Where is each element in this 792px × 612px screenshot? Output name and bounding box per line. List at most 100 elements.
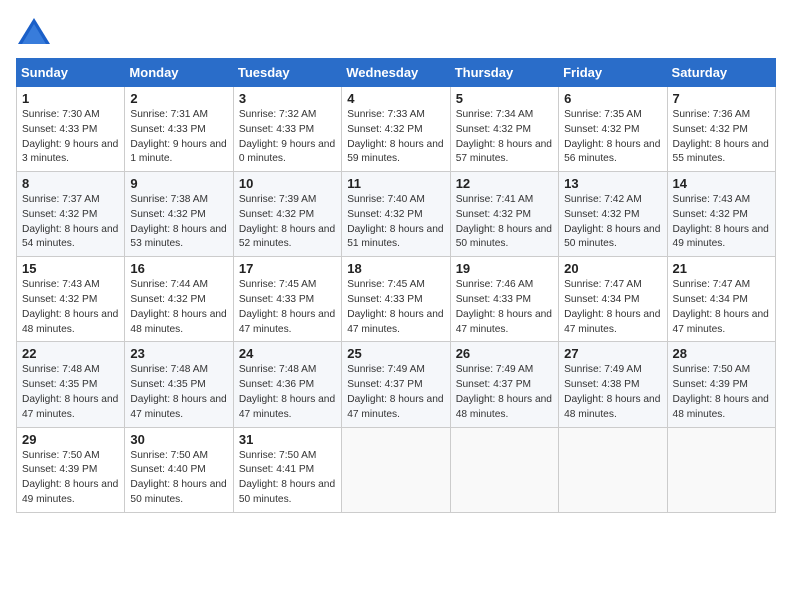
day-info: Sunrise: 7:39 AMSunset: 4:32 PMDaylight:… [239,193,336,252]
logo-icon [16,16,52,46]
day-info: Sunrise: 7:30 AMSunset: 4:33 PMDaylight:… [22,108,119,167]
day-info: Sunrise: 7:42 AMSunset: 4:32 PMDaylight:… [564,193,661,252]
day-number: 15 [22,261,119,276]
logo [16,16,58,46]
calendar-day-cell: 11Sunrise: 7:40 AMSunset: 4:32 PMDayligh… [342,172,450,257]
page-header [16,16,776,46]
empty-cell [342,427,450,512]
empty-cell [559,427,667,512]
day-info: Sunrise: 7:48 AMSunset: 4:35 PMDaylight:… [130,363,227,422]
day-number: 26 [456,346,553,361]
day-number: 10 [239,176,336,191]
day-number: 19 [456,261,553,276]
calendar-day-cell: 21 Sunrise: 7:47 AMSunset: 4:34 PMDayligh… [667,257,775,342]
calendar-day-cell: 7 Sunrise: 7:36 AMSunset: 4:32 PMDaylight… [667,87,775,172]
calendar-day-cell: 19 Sunrise: 7:46 AMSunset: 4:33 PMDayligh… [450,257,558,342]
empty-cell [667,427,775,512]
day-info: Sunrise: 7:43 AMSunset: 4:32 PMDaylight:… [22,278,119,337]
calendar-day-cell: 6 Sunrise: 7:35 AMSunset: 4:32 PMDaylight… [559,87,667,172]
day-info: Sunrise: 7:45 AMSunset: 4:33 PMDaylight:… [239,278,336,337]
weekday-header: Saturday [667,59,775,87]
day-number: 9 [130,176,227,191]
day-number: 21 [673,261,770,276]
calendar-day-cell: 31 Sunrise: 7:50 AMSunset: 4:41 PMDayligh… [233,427,341,512]
day-info: Sunrise: 7:35 AMSunset: 4:32 PMDaylight:… [564,108,661,167]
day-number: 22 [22,346,119,361]
day-number: 28 [673,346,770,361]
calendar-day-cell: 16Sunrise: 7:44 AMSunset: 4:32 PMDayligh… [125,257,233,342]
calendar-day-cell: 3 Sunrise: 7:32 AMSunset: 4:33 PMDaylight… [233,87,341,172]
calendar-day-cell: 5 Sunrise: 7:34 AMSunset: 4:32 PMDaylight… [450,87,558,172]
day-info: Sunrise: 7:49 AMSunset: 4:38 PMDaylight:… [564,363,661,422]
calendar-day-cell: 23 Sunrise: 7:48 AMSunset: 4:35 PMDayligh… [125,342,233,427]
day-info: Sunrise: 7:48 AMSunset: 4:36 PMDaylight:… [239,363,336,422]
calendar-day-cell: 17 Sunrise: 7:45 AMSunset: 4:33 PMDayligh… [233,257,341,342]
day-number: 31 [239,432,336,447]
calendar-table: SundayMondayTuesdayWednesdayThursdayFrid… [16,58,776,513]
calendar-day-cell: 29 Sunrise: 7:50 AMSunset: 4:39 PMDayligh… [17,427,125,512]
day-number: 17 [239,261,336,276]
weekday-header: Monday [125,59,233,87]
day-number: 5 [456,91,553,106]
day-info: Sunrise: 7:46 AMSunset: 4:33 PMDaylight:… [456,278,553,337]
calendar-day-cell: 14 Sunrise: 7:43 AMSunset: 4:32 PMDayligh… [667,172,775,257]
weekday-header: Wednesday [342,59,450,87]
day-info: Sunrise: 7:41 AMSunset: 4:32 PMDaylight:… [456,193,553,252]
day-info: Sunrise: 7:50 AMSunset: 4:39 PMDaylight:… [22,449,119,508]
calendar-day-cell: 26 Sunrise: 7:49 AMSunset: 4:37 PMDayligh… [450,342,558,427]
calendar-day-cell: 4 Sunrise: 7:33 AMSunset: 4:32 PMDaylight… [342,87,450,172]
day-number: 27 [564,346,661,361]
weekday-header: Tuesday [233,59,341,87]
day-info: Sunrise: 7:32 AMSunset: 4:33 PMDaylight:… [239,108,336,167]
day-number: 29 [22,432,119,447]
calendar-day-cell: 13 Sunrise: 7:42 AMSunset: 4:32 PMDayligh… [559,172,667,257]
day-info: Sunrise: 7:36 AMSunset: 4:32 PMDaylight:… [673,108,770,167]
day-number: 30 [130,432,227,447]
calendar-day-cell: 24 Sunrise: 7:48 AMSunset: 4:36 PMDayligh… [233,342,341,427]
day-info: Sunrise: 7:48 AMSunset: 4:35 PMDaylight:… [22,363,119,422]
day-number: 23 [130,346,227,361]
calendar-day-cell: 28 Sunrise: 7:50 AMSunset: 4:39 PMDayligh… [667,342,775,427]
weekday-header: Sunday [17,59,125,87]
weekday-header: Friday [559,59,667,87]
day-number: 6 [564,91,661,106]
day-number: 13 [564,176,661,191]
day-number: 18 [347,261,444,276]
day-info: Sunrise: 7:45 AMSunset: 4:33 PMDaylight:… [347,278,444,337]
day-info: Sunrise: 7:34 AMSunset: 4:32 PMDaylight:… [456,108,553,167]
day-number: 7 [673,91,770,106]
calendar-day-cell: 18 Sunrise: 7:45 AMSunset: 4:33 PMDayligh… [342,257,450,342]
day-info: Sunrise: 7:49 AMSunset: 4:37 PMDaylight:… [456,363,553,422]
day-number: 25 [347,346,444,361]
calendar-day-cell: 9Sunrise: 7:38 AMSunset: 4:32 PMDaylight… [125,172,233,257]
day-info: Sunrise: 7:50 AMSunset: 4:39 PMDaylight:… [673,363,770,422]
day-number: 20 [564,261,661,276]
calendar-day-cell: 20 Sunrise: 7:47 AMSunset: 4:34 PMDayligh… [559,257,667,342]
day-info: Sunrise: 7:40 AMSunset: 4:32 PMDaylight:… [347,193,444,252]
calendar-day-cell: 22 Sunrise: 7:48 AMSunset: 4:35 PMDayligh… [17,342,125,427]
calendar-day-cell: 30Sunrise: 7:50 AMSunset: 4:40 PMDayligh… [125,427,233,512]
calendar-day-cell: 15 Sunrise: 7:43 AMSunset: 4:32 PMDayligh… [17,257,125,342]
day-number: 24 [239,346,336,361]
day-number: 4 [347,91,444,106]
calendar-header: SundayMondayTuesdayWednesdayThursdayFrid… [17,59,776,87]
day-info: Sunrise: 7:50 AMSunset: 4:41 PMDaylight:… [239,449,336,508]
day-number: 8 [22,176,119,191]
day-info: Sunrise: 7:43 AMSunset: 4:32 PMDaylight:… [673,193,770,252]
day-info: Sunrise: 7:49 AMSunset: 4:37 PMDaylight:… [347,363,444,422]
weekday-header: Thursday [450,59,558,87]
day-number: 14 [673,176,770,191]
day-info: Sunrise: 7:47 AMSunset: 4:34 PMDaylight:… [564,278,661,337]
calendar-day-cell: 27 Sunrise: 7:49 AMSunset: 4:38 PMDayligh… [559,342,667,427]
day-info: Sunrise: 7:31 AMSunset: 4:33 PMDaylight:… [130,108,227,167]
calendar-day-cell: 12Sunrise: 7:41 AMSunset: 4:32 PMDayligh… [450,172,558,257]
day-number: 1 [22,91,119,106]
calendar-day-cell: 25 Sunrise: 7:49 AMSunset: 4:37 PMDayligh… [342,342,450,427]
day-number: 16 [130,261,227,276]
day-info: Sunrise: 7:33 AMSunset: 4:32 PMDaylight:… [347,108,444,167]
day-number: 2 [130,91,227,106]
calendar-day-cell: 2 Sunrise: 7:31 AMSunset: 4:33 PMDaylight… [125,87,233,172]
calendar-day-cell: 1 Sunrise: 7:30 AMSunset: 4:33 PMDaylight… [17,87,125,172]
day-info: Sunrise: 7:47 AMSunset: 4:34 PMDaylight:… [673,278,770,337]
day-number: 3 [239,91,336,106]
